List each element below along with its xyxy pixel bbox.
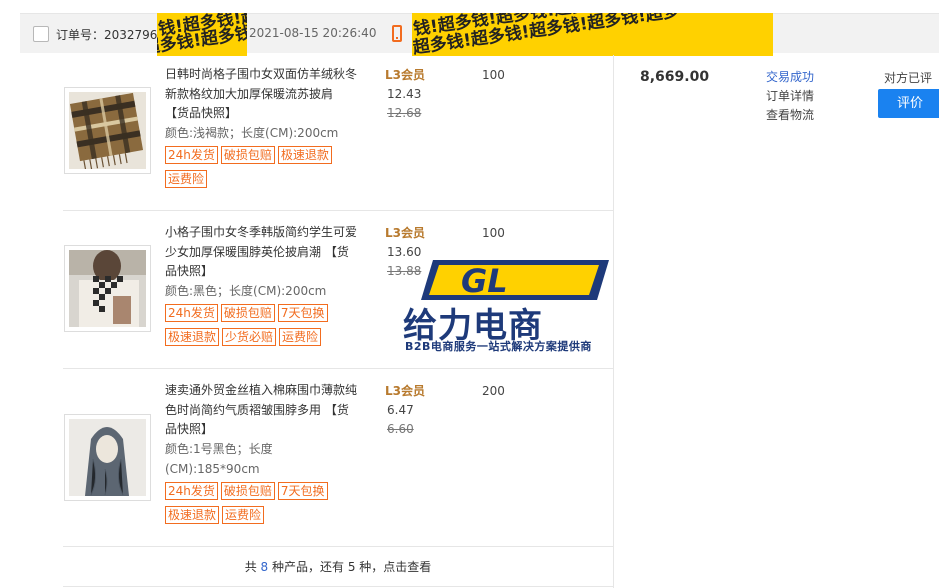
service-tag: 24h发货: [165, 482, 218, 500]
product-row: 速卖通外贸金丝植入棉麻围巾薄款纯色时尚简约气质褶皱围脖多用 【货品快照】 颜色:…: [63, 369, 613, 547]
service-tag: 破损包赔: [220, 482, 275, 500]
order-time: 2021-08-15 20:26:40: [249, 26, 377, 40]
service-tag: 7天包换: [277, 304, 328, 322]
logo-text: GL: [461, 262, 508, 300]
censor-mosaic: 钱!超多钱!超多钱!超多钱!超多钱!超多 钱!超多钱!超多钱!超多钱!超多钱!超…: [412, 13, 773, 56]
product-image[interactable]: [64, 87, 151, 174]
product-title[interactable]: 小格子围巾女冬季韩版简约学生可爱少女加厚保暖围脖英伦披肩潮 【货品快照】: [165, 223, 360, 282]
draped-scarf-image: [69, 419, 146, 496]
product-image[interactable]: [64, 245, 151, 332]
rate-button[interactable]: 评价: [878, 89, 939, 118]
order-select-checkbox[interactable]: [33, 26, 49, 42]
service-tag: 破损包赔: [220, 304, 275, 322]
quantity: 200: [482, 384, 505, 398]
original-price: 6.60: [387, 422, 414, 436]
service-tag: 运费险: [279, 328, 322, 346]
watermark-logo: GL 给力电商 B2B电商服务一站式解决方案提供商: [403, 256, 617, 354]
more-products-link[interactable]: 共 8 种产品，还有 5 种，点击查看: [63, 547, 613, 587]
checked-scarf-image: [69, 250, 146, 327]
plaid-scarf-image: [69, 92, 146, 169]
unit-price: 6.47: [387, 403, 414, 417]
product-spec: 颜色:黑色；长度(CM):200cm: [165, 284, 327, 298]
phone-icon: [392, 25, 402, 42]
member-level-badge: L3会员: [385, 226, 425, 240]
view-logistics-link[interactable]: 查看物流: [766, 106, 814, 123]
service-tag: 极速退款: [277, 146, 332, 164]
service-tag: 极速退款: [165, 506, 220, 524]
gl-logo-icon: GL: [421, 260, 609, 300]
censor-mosaic: 钱!超多钱!超多钱!超多钱!超多钱!超多 钱!超多钱!超多钱!超多钱!超多钱!超…: [157, 13, 247, 56]
order-total: 8,669.00: [640, 69, 710, 85]
quantity: 100: [482, 68, 505, 82]
service-tags: 24h发货 破损包赔 极速退款运费险: [165, 146, 355, 194]
quantity: 100: [482, 226, 505, 240]
service-tag: 运费险: [165, 170, 208, 188]
more-products-suffix: 种产品，还有 5 种，点击查看: [268, 560, 432, 574]
product-image[interactable]: [64, 414, 151, 501]
trade-status[interactable]: 交易成功: [766, 68, 814, 85]
service-tag: 24h发货: [165, 146, 218, 164]
product-spec: 颜色:1号黑色；长度(CM):185*90cm: [165, 442, 273, 476]
more-products-prefix: 共: [244, 560, 261, 574]
service-tags: 24h发货 破损包赔 7天包换极速退款 少货必赔 运费险: [165, 304, 355, 352]
original-price: 12.68: [387, 106, 422, 120]
product-title[interactable]: 日韩时尚格子围巾女双面仿羊绒秋冬新款格纹加大加厚保暖流苏披肩 【货品快照】: [165, 65, 360, 124]
product-row: 日韩时尚格子围巾女双面仿羊绒秋冬新款格纹加大加厚保暖流苏披肩 【货品快照】 颜色…: [63, 55, 613, 211]
service-tags: 24h发货 破损包赔 7天包换极速退款 运费险: [165, 482, 355, 530]
service-tag: 24h发货: [165, 304, 218, 322]
service-tag: 破损包赔: [220, 146, 275, 164]
service-tag: 7天包换: [277, 482, 328, 500]
brand-slogan: B2B电商服务一站式解决方案提供商: [405, 340, 592, 353]
product-title[interactable]: 速卖通外贸金丝植入棉麻围巾薄款纯色时尚简约气质褶皱围脖多用 【货品快照】: [165, 381, 360, 440]
unit-price: 12.43: [387, 87, 422, 101]
service-tag: 极速退款: [165, 328, 220, 346]
order-detail-link[interactable]: 订单详情: [766, 87, 814, 104]
product-spec: 颜色:浅褐款；长度(CM):200cm: [165, 126, 339, 140]
service-tag: 运费险: [222, 506, 265, 524]
peer-rated-label: 对方已评: [884, 71, 933, 85]
service-tag: 少货必赔: [222, 328, 277, 346]
member-level-badge: L3会员: [385, 68, 425, 82]
order-number-label: 订单号：2032796: [56, 28, 158, 42]
member-level-badge: L3会员: [385, 384, 425, 398]
